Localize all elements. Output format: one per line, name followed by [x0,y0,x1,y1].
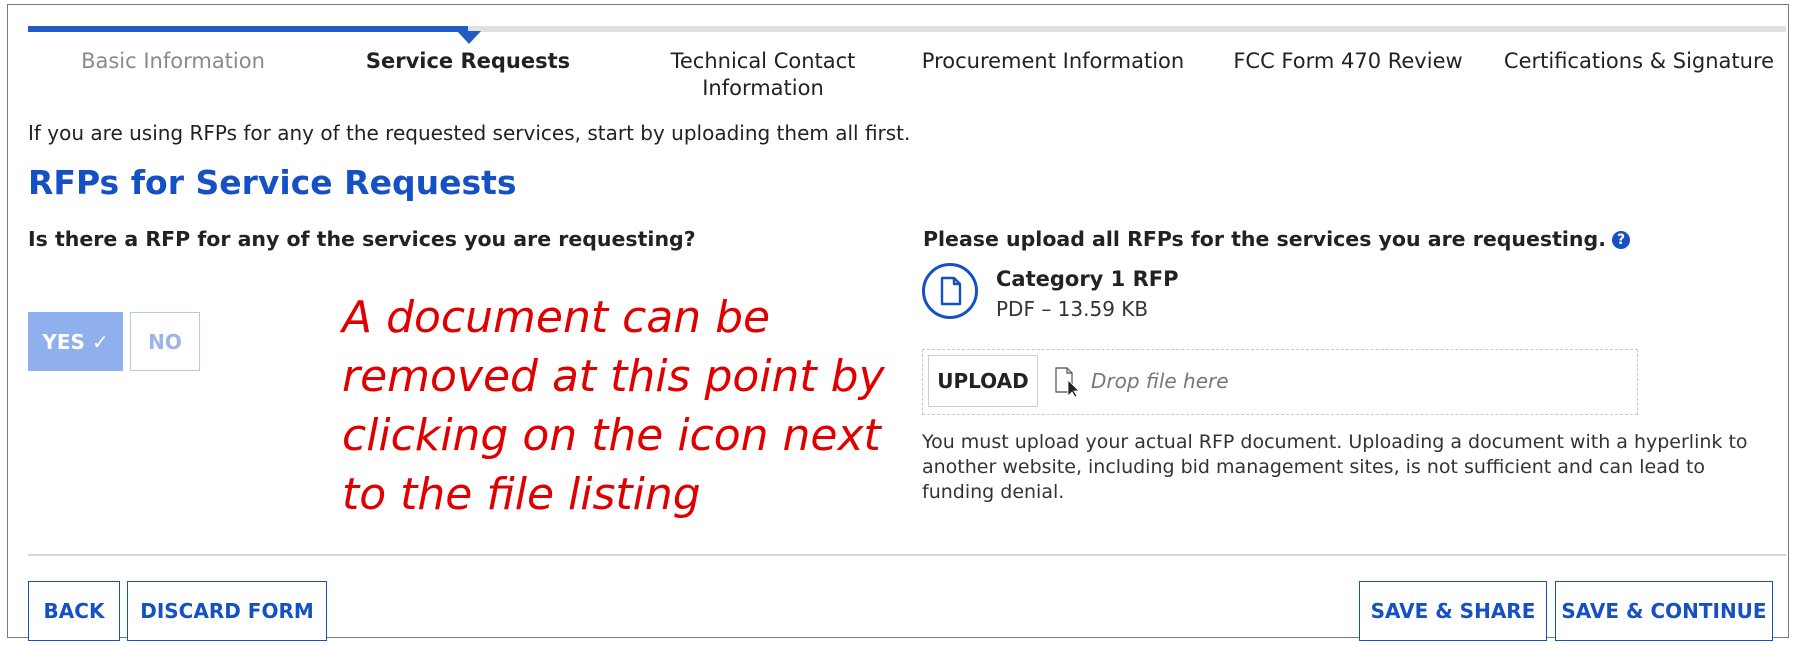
no-button[interactable]: NO [130,312,200,371]
step-service-requests[interactable]: Service Requests [343,48,593,75]
upload-heading-text: Please upload all RFPs for the services … [923,227,1606,251]
file-name[interactable]: Category 1 RFP [996,267,1179,291]
drop-file-icon [1053,366,1081,398]
step-certifications-signature[interactable]: Certifications & Signature [1498,48,1780,75]
step-procurement-information[interactable]: Procurement Information [903,48,1203,75]
progress-fill [28,26,468,32]
file-meta: PDF – 13.59 KB [996,297,1149,321]
help-icon[interactable]: ? [1612,231,1630,249]
drop-file-placeholder: Drop file here [1091,369,1229,393]
save-continue-button[interactable]: SAVE & CONTINUE [1555,581,1773,641]
progress-track [28,26,1786,32]
intro-text: If you are using RFPs for any of the req… [28,121,911,145]
discard-form-button[interactable]: DISCARD FORM [127,581,327,641]
remove-file-icon[interactable] [922,263,978,319]
current-step-marker [457,31,481,44]
step-fcc-form-470-review[interactable]: FCC Form 470 Review [1223,48,1473,75]
annotation-callout: A document can be removed at this point … [342,292,885,520]
form-frame: Basic Information Service Requests Techn… [7,4,1789,641]
file-dropzone[interactable]: UPLOAD Drop file here [922,349,1638,415]
upload-heading: Please upload all RFPs for the services … [923,227,1630,251]
rfp-question-label: Is there a RFP for any of the services y… [28,227,696,251]
upload-button[interactable]: UPLOAD [928,355,1038,407]
step-basic-information[interactable]: Basic Information [48,48,298,75]
step-technical-contact-information[interactable]: Technical Contact Information [638,48,888,102]
save-share-button[interactable]: SAVE & SHARE [1359,581,1547,641]
footer-divider [28,554,1786,556]
section-title: RFPs for Service Requests [28,163,517,202]
yes-button[interactable]: YES ✓ [28,312,123,371]
upload-notice: You must upload your actual RFP document… [922,431,1748,503]
back-button[interactable]: BACK [28,581,120,641]
